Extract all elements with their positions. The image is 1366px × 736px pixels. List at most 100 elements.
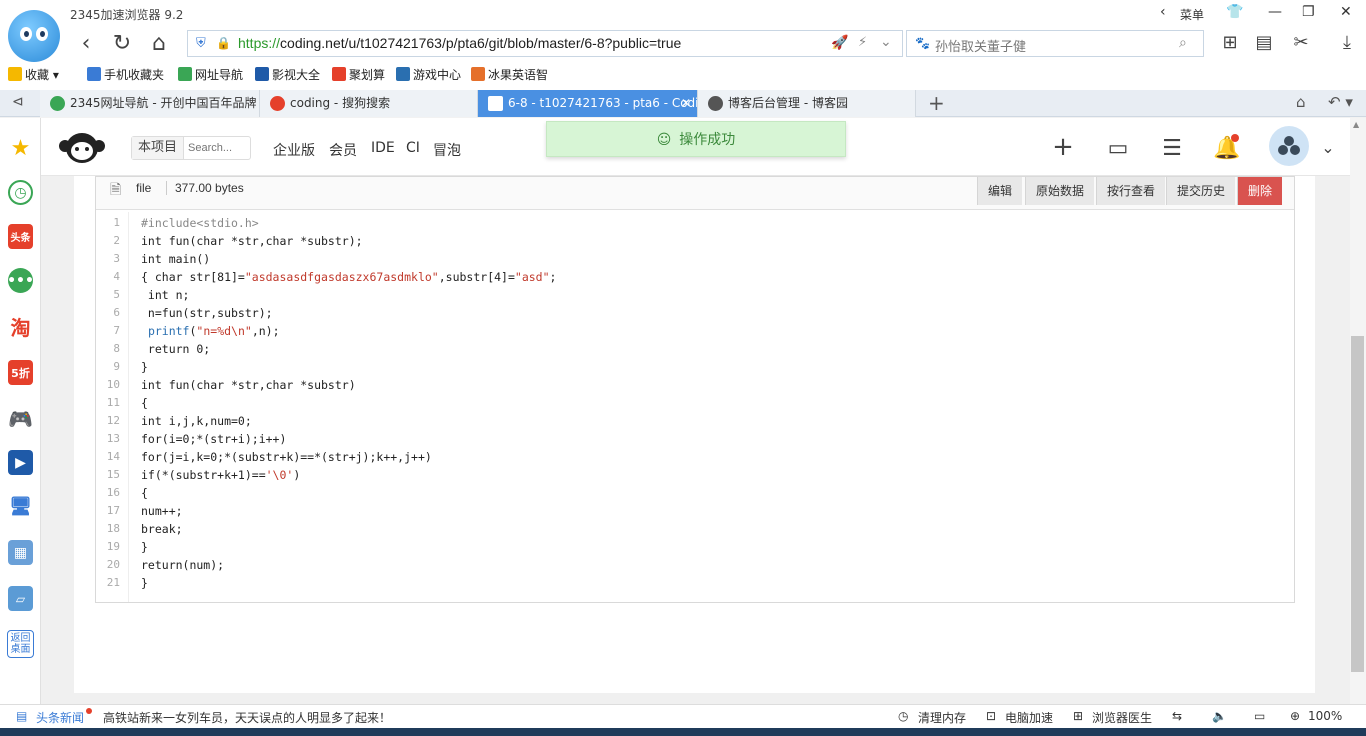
search-icon[interactable]: ⌕ (1179, 35, 1187, 51)
line-number: 21 (106, 576, 120, 589)
history-button[interactable]: 提交历史 (1166, 177, 1236, 205)
news-headline[interactable]: 高铁站新来一女列车员，天天误点的人明显多了起来！ (103, 709, 391, 726)
coding-logo-icon[interactable] (59, 132, 105, 164)
code-line: } (141, 540, 148, 554)
wechat-icon[interactable]: ••• (7, 268, 34, 293)
address-bar[interactable]: ⛨ 🔒 https://coding.net/u/t1027421763/p/p… (187, 30, 903, 57)
nav-member[interactable]: 会员 (329, 140, 357, 160)
bookmark-nav[interactable]: 网址导航 (178, 66, 243, 83)
code-line: int i,j,k,num=0; (141, 414, 252, 428)
scroll-up-icon[interactable]: ▲ (1353, 120, 1359, 129)
browser-search-input[interactable]: 🐾 孙怡取关董子健 ⌕ (906, 30, 1204, 57)
back-button[interactable]: ‹ (72, 30, 100, 56)
refresh-button[interactable]: ↻ (108, 30, 136, 56)
close-tab-icon[interactable]: ✕ (681, 90, 691, 117)
line-number: 16 (106, 486, 120, 499)
line-numbers: 1 2 3 4 5 6 7 8 9 10 11 12 13 14 15 16 17 18 19 20 21 (96, 212, 129, 602)
volume-icon[interactable]: 🔈 (1212, 709, 1227, 723)
code-line: { (141, 486, 148, 500)
network-icon[interactable]: ⇆ (1172, 709, 1182, 723)
skin-icon[interactable]: 👕 (1226, 4, 1243, 20)
menu-chevron-icon[interactable]: ‹ (1160, 4, 1166, 20)
os-taskbar (0, 728, 1366, 736)
notes-icon[interactable]: ▱ (8, 586, 33, 611)
bookmark-mobile[interactable]: 手机收藏夹 (87, 66, 164, 83)
tab-coding[interactable]: 6-8 - t1027421763 - pta6 - Coding ✕ (478, 90, 698, 117)
browser-toolbar: 2345加速浏览器 9.2 ‹ 菜单 👕 — ❐ ✕ ‹ ↻ ⌂ ⛨ 🔒 htt… (0, 0, 1366, 90)
chevron-down-icon[interactable]: ⌄ (880, 34, 892, 50)
gamepad-icon (396, 67, 410, 81)
tab-cnblogs[interactable]: 博客后台管理 - 博客园 (698, 90, 916, 117)
history-clock-icon[interactable]: ◷ (8, 180, 33, 205)
nav-ide[interactable]: IDE (371, 140, 395, 156)
rocket-icon[interactable]: 🚀 (831, 35, 848, 51)
window-icon[interactable]: ▭ (1254, 709, 1265, 723)
doctor-icon[interactable]: ⊞ (1073, 709, 1083, 723)
code-line: n=fun(str,substr); (141, 306, 273, 320)
line-number: 10 (106, 378, 120, 391)
server-icon[interactable]: ☰ (1159, 136, 1185, 161)
new-tab-button[interactable]: + (928, 91, 945, 115)
nav-ci[interactable]: CI (406, 140, 420, 156)
clean-memory-button[interactable]: 清理内存 (918, 709, 966, 726)
zoom-icon[interactable]: ⊕ (1290, 709, 1300, 723)
terminal-icon[interactable]: ▭ (1105, 136, 1131, 161)
line-number: 9 (113, 360, 120, 373)
favorites-star-icon[interactable]: ★ (8, 136, 33, 161)
delete-button[interactable]: 删除 (1237, 177, 1283, 205)
calculator-icon[interactable]: ▦ (8, 540, 33, 565)
zoom-level[interactable]: 100% (1308, 709, 1342, 723)
discount-icon[interactable]: 5折 (8, 360, 33, 385)
scissors-icon[interactable]: ✂ (1290, 32, 1312, 54)
project-search-input[interactable] (188, 137, 248, 159)
apps-grid-icon[interactable]: ⊞ (1219, 32, 1241, 54)
home-button[interactable]: ⌂ (145, 30, 173, 56)
tab-sogou[interactable]: coding - 搜狗搜索 (260, 90, 478, 117)
tab-favicon (708, 96, 723, 111)
gamepad-icon[interactable]: 🎮 (8, 406, 33, 431)
headlines-icon[interactable]: 头条 (8, 224, 33, 249)
collapse-sidebar-icon[interactable]: ⊲ (12, 94, 24, 110)
tab-manager-icon[interactable]: ⌂ (1296, 93, 1306, 111)
raw-button[interactable]: 原始数据 (1025, 177, 1095, 205)
plus-icon[interactable]: + (1050, 132, 1076, 162)
bolt-icon[interactable]: ⚡ (858, 35, 867, 50)
project-search[interactable]: 本项目 (131, 136, 251, 160)
download-icon[interactable]: ⤓ (1336, 32, 1358, 54)
doctor-button[interactable]: 浏览器医生 (1092, 709, 1152, 726)
search-scope-select[interactable]: 本项目 (132, 137, 185, 159)
bookmark-favorites[interactable]: 收藏 ▾ (8, 66, 59, 83)
return-desktop-icon[interactable]: 返回 桌面 (7, 630, 34, 658)
taobao-icon[interactable]: 淘 (8, 314, 33, 340)
reader-icon[interactable]: ▤ (1253, 32, 1275, 54)
tab-2345[interactable]: 2345网址导航 - 开创中国百年品牌 (40, 90, 260, 117)
news-label[interactable]: 头条新闻 (36, 709, 84, 726)
scrollbar-thumb[interactable] (1351, 336, 1364, 672)
news-dot (86, 708, 92, 714)
undo-close-icon[interactable]: ↶ ▾ (1328, 93, 1353, 111)
chevron-down-icon[interactable]: ⌄ (1315, 138, 1341, 162)
blame-button[interactable]: 按行查看 (1096, 177, 1166, 205)
avatar[interactable] (1269, 126, 1309, 166)
nav-enterprise[interactable]: 企业版 (273, 140, 315, 160)
code-view: 1 2 3 4 5 6 7 8 9 10 11 12 13 14 15 16 17 18 19 20 21 #inclu… (96, 212, 1294, 602)
line-number: 2 (113, 234, 120, 247)
news-icon[interactable]: ▤ (16, 709, 27, 723)
nav-bubble[interactable]: 冒泡 (433, 140, 461, 160)
speedup-button[interactable]: 电脑加速 (1005, 709, 1053, 726)
close-window-button[interactable]: ✕ (1340, 4, 1352, 20)
lock-icon: 🔒 (216, 36, 231, 50)
video-icon[interactable]: ▶ (8, 450, 33, 475)
bookmark-video[interactable]: 影视大全 (255, 66, 320, 83)
menu-button[interactable]: 菜单 (1180, 6, 1204, 23)
edit-button[interactable]: 编辑 (977, 177, 1023, 205)
clean-memory-icon[interactable]: ◷ (898, 709, 908, 723)
computer-icon[interactable]: 🖥 (8, 494, 33, 519)
bell-icon[interactable]: 🔔 (1213, 134, 1240, 161)
bookmark-games[interactable]: 游戏中心 (396, 66, 461, 83)
restore-button[interactable]: ❐ (1302, 4, 1315, 20)
bookmark-english[interactable]: 冰果英语智 (471, 66, 548, 83)
minimize-button[interactable]: — (1268, 4, 1282, 20)
speedup-icon[interactable]: ⊡ (986, 709, 996, 723)
bookmark-juhuasuan[interactable]: 聚划算 (332, 66, 385, 83)
